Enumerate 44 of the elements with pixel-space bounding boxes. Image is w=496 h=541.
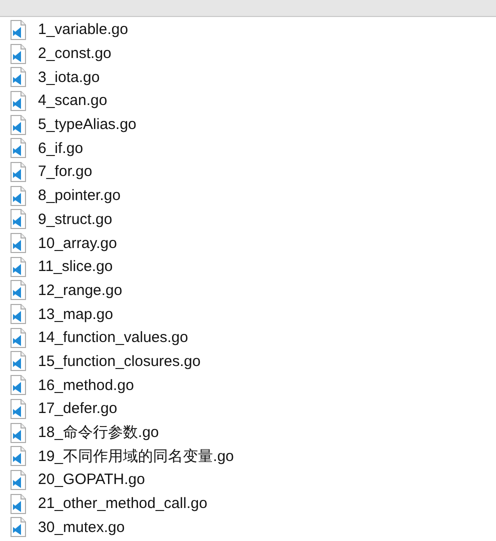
file-icon: [10, 304, 26, 324]
file-icon: [10, 67, 26, 88]
file-name[interactable]: 13_map.go: [38, 306, 114, 322]
file-name[interactable]: 17_defer.go: [38, 401, 118, 416]
file-name[interactable]: 16_method.go: [38, 378, 134, 393]
file-name[interactable]: 7_for.go: [38, 164, 92, 180]
file-name[interactable]: 19_不同作用域的同名变量.go: [38, 448, 234, 464]
file-name[interactable]: 10_array.go: [38, 236, 117, 251]
file-name[interactable]: 18_命令行参数.go: [38, 425, 159, 440]
file-icon: [10, 328, 26, 348]
file-icon: [10, 517, 26, 538]
file-icon: [10, 398, 26, 419]
file-icon: [10, 375, 26, 396]
file-icon: [10, 256, 26, 277]
file-icon: [10, 446, 26, 466]
file-icon: [10, 90, 26, 111]
file-name[interactable]: 11_slice.go: [38, 259, 113, 274]
file-icon: [10, 351, 26, 372]
file-icon: [10, 44, 26, 64]
file-icon: [10, 162, 26, 182]
file-name[interactable]: 1_variable.go: [38, 22, 128, 38]
file-name[interactable]: 6_if.go: [38, 140, 84, 156]
file-icon: [10, 209, 26, 230]
file-name[interactable]: 8_pointer.go: [38, 188, 121, 204]
file-icon: [10, 233, 26, 254]
file-name[interactable]: 3_iota.go: [38, 70, 100, 85]
file-icon: [10, 422, 26, 443]
file-name[interactable]: 15_function_closures.go: [38, 354, 201, 369]
file-icon: [10, 186, 26, 206]
file-name[interactable]: 2_const.go: [38, 46, 112, 62]
file-name[interactable]: 21_other_method_call.go: [38, 496, 208, 512]
file-name[interactable]: 14_function_values.go: [38, 330, 188, 346]
file-icon: [10, 470, 26, 490]
file-icon: [10, 280, 26, 300]
file-name[interactable]: 4_scan.go: [38, 93, 108, 108]
file-name[interactable]: 12_range.go: [38, 282, 122, 298]
file-name[interactable]: 5_typeAlias.go: [38, 117, 136, 132]
file-icon: [10, 138, 26, 158]
file-icon: [10, 20, 26, 40]
file-name[interactable]: 20_GOPATH.go: [38, 472, 145, 488]
file-name[interactable]: 9_struct.go: [38, 212, 112, 227]
file-icon: [10, 114, 26, 135]
file-icon: [10, 494, 26, 514]
file-name[interactable]: 30_mutex.go: [38, 520, 125, 535]
